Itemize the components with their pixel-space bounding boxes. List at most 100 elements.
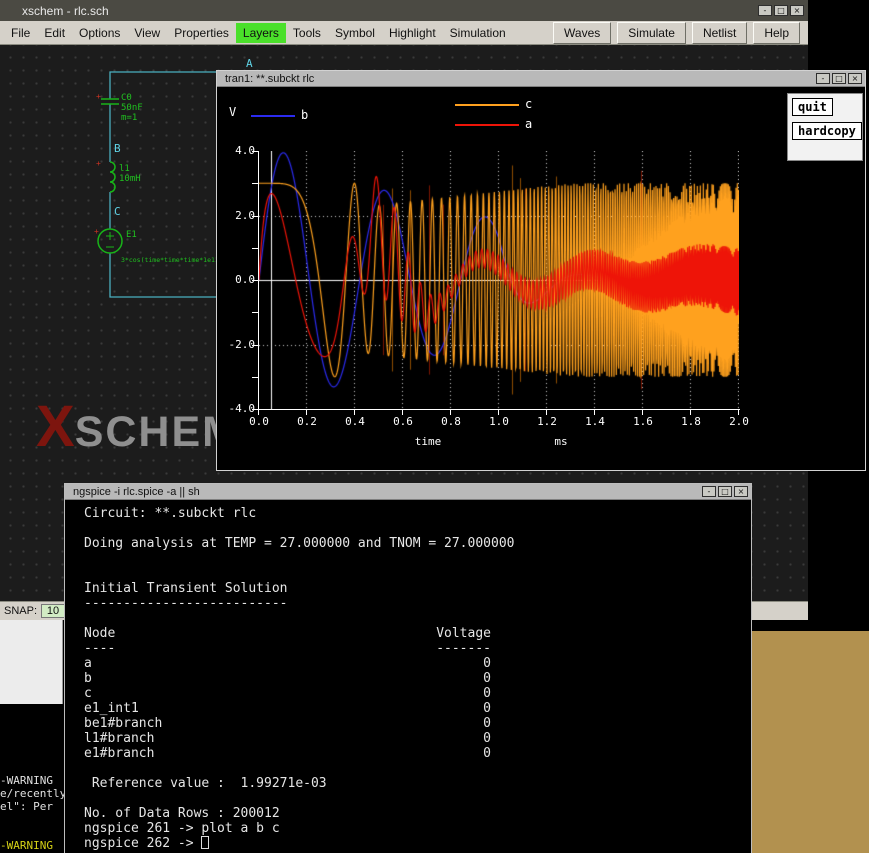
terminal-line: Circuit: **.subckt rlc [84, 506, 751, 521]
terminal-line: Reference value : 1.99271e-03 [84, 776, 751, 791]
desktop-tan-patch [752, 631, 869, 853]
y-tick-label: -2.0 [221, 338, 255, 351]
pin-markers: + + + [94, 92, 101, 236]
toolbar-simulate-button[interactable]: Simulate [617, 22, 686, 44]
terminal-titlebar[interactable]: ngspice -i rlc.spice -a || sh -□× [65, 484, 751, 500]
terminal-line [84, 791, 751, 806]
x-tick-label: 1.0 [481, 415, 517, 428]
wave-plot[interactable] [259, 151, 739, 409]
ind-ref-label: l1 [119, 164, 130, 174]
maximize-button[interactable]: □ [718, 486, 732, 497]
x-tick-label: 1.4 [577, 415, 613, 428]
terminal-line [84, 566, 751, 581]
legend-label-a: a [525, 117, 532, 131]
y-axis-line [258, 151, 259, 410]
menu-layers[interactable]: Layers [236, 23, 286, 43]
net-label-b: B [114, 142, 121, 155]
cap-value-label: 50nF [121, 103, 143, 113]
y-tick-mark [252, 248, 258, 249]
legend-line-b [251, 115, 295, 117]
menu-symbol[interactable]: Symbol [328, 23, 382, 43]
x-tick-label: 1.6 [625, 415, 661, 428]
minimize-button[interactable]: - [758, 5, 772, 16]
toolbar-netlist-button[interactable]: Netlist [692, 22, 747, 44]
y-tick-mark [252, 183, 258, 184]
cap-param-label: m=1 [121, 113, 137, 123]
terminal-window: ngspice -i rlc.spice -a || sh -□× Circui… [64, 483, 752, 853]
xschem-menubar: FileEditOptionsViewPropertiesLayersTools… [0, 21, 808, 45]
background-terminal-line: e/recently) [0, 787, 64, 800]
terminal-window-controls: -□× [700, 486, 748, 497]
maximize-button[interactable]: □ [774, 5, 788, 16]
hardcopy-button[interactable]: hardcopy [792, 122, 862, 140]
x-tick-label: 0.6 [385, 415, 421, 428]
x-axis-unit-label: ms [541, 435, 581, 448]
background-terminal-line: -WARNING [0, 839, 64, 852]
close-button[interactable]: × [734, 486, 748, 497]
menu-edit[interactable]: Edit [37, 23, 72, 43]
close-button[interactable]: × [790, 5, 804, 16]
terminal-line: ngspice 261 -> plot a b c [84, 821, 751, 836]
legend-line-a [455, 124, 519, 126]
terminal-line: a 0 [84, 656, 751, 671]
waveform-window: tran1: **.subckt rlc -□× V time ms quith… [216, 70, 866, 471]
terminal-line: Node Voltage [84, 626, 751, 641]
desktop: -WARNINGe/recently)el": Per-WARNING xsch… [0, 0, 869, 853]
background-white-panel [0, 620, 63, 704]
terminal-line: e1#branch 0 [84, 746, 751, 761]
svg-text:+: + [94, 227, 99, 236]
terminal-line: be1#branch 0 [84, 716, 751, 731]
background-terminal-line [0, 826, 64, 839]
src-ref-label: E1 [126, 230, 137, 240]
wave-titlebar[interactable]: tran1: **.subckt rlc -□× [217, 71, 865, 87]
svg-text:+: + [96, 159, 101, 168]
xschem-window-title: xschem - rlc.sch [22, 4, 109, 18]
menu-properties[interactable]: Properties [167, 23, 236, 43]
legend-label-b: b [301, 108, 308, 122]
quit-button[interactable]: quit [792, 98, 833, 116]
terminal-line [84, 761, 751, 776]
minimize-button[interactable]: - [816, 73, 830, 84]
terminal-cursor [201, 836, 209, 849]
wave-button-panel: quit hardcopy [787, 93, 863, 161]
toolbar-help-button[interactable]: Help [753, 22, 800, 44]
xschem-menubar-buttons: Waves Simulate Netlist Help [553, 22, 800, 44]
snap-label: SNAP: [4, 605, 37, 617]
wave-window-title: tran1: **.subckt rlc [225, 73, 314, 85]
x-tick-label: 1.2 [529, 415, 565, 428]
snap-input[interactable]: 10 [41, 604, 65, 618]
legend-line-c [455, 104, 519, 106]
terminal-line: ngspice 262 -> [84, 836, 751, 851]
xschem-window-controls: -□× [756, 5, 804, 16]
menu-tools[interactable]: Tools [286, 23, 328, 43]
background-terminal-line: el": Per [0, 800, 64, 813]
xschem-logo-x: X [36, 398, 75, 456]
terminal-line: No. of Data Rows : 200012 [84, 806, 751, 821]
inductor-symbol[interactable] [110, 162, 115, 192]
xschem-logo: X SCHEM [36, 398, 240, 457]
menu-view[interactable]: View [127, 23, 167, 43]
menu-simulation[interactable]: Simulation [443, 23, 513, 43]
minimize-button[interactable]: - [702, 486, 716, 497]
terminal-line: Doing analysis at TEMP = 27.000000 and T… [84, 536, 751, 551]
terminal-line: ---- ------- [84, 641, 751, 656]
toolbar-waves-button[interactable]: Waves [553, 22, 611, 44]
x-tick-label: 0.0 [241, 415, 277, 428]
close-button[interactable]: × [848, 73, 862, 84]
xschem-titlebar[interactable]: xschem - rlc.sch -□× [0, 0, 808, 21]
terminal-window-title: ngspice -i rlc.spice -a || sh [73, 486, 200, 498]
xschem-menubar-items: FileEditOptionsViewPropertiesLayersTools… [4, 23, 513, 43]
voltage-source-symbol[interactable] [98, 229, 122, 253]
y-tick-mark [252, 312, 258, 313]
wave-window-controls: -□× [814, 73, 862, 84]
menu-highlight[interactable]: Highlight [382, 23, 443, 43]
svg-text:+: + [96, 92, 101, 101]
menu-options[interactable]: Options [72, 23, 127, 43]
menu-file[interactable]: File [4, 23, 37, 43]
terminal-body[interactable]: Circuit: **.subckt rlc Doing analysis at … [65, 500, 751, 853]
cap-ref-label: C0 [121, 93, 132, 103]
maximize-button[interactable]: □ [832, 73, 846, 84]
capacitor-symbol[interactable] [101, 99, 119, 104]
ind-value-label: 10mH [119, 174, 141, 184]
background-terminal-line: -WARNING [0, 774, 64, 787]
